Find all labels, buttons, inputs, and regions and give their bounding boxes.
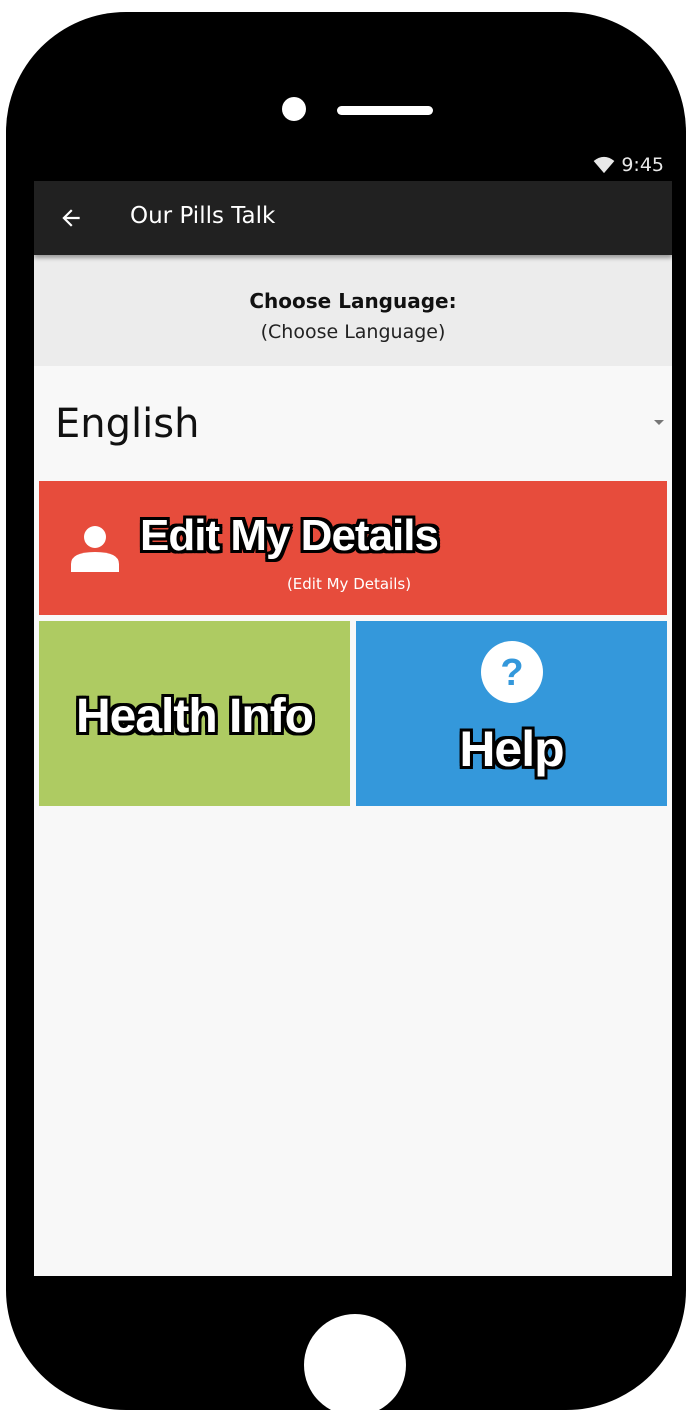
language-header-subtitle: (Choose Language): [260, 321, 446, 343]
app-bar: Our Pills Talk: [34, 181, 672, 255]
status-indicators: 9:45: [593, 154, 664, 176]
arrow-left-icon[interactable]: [58, 205, 84, 231]
svg-text:?: ?: [500, 652, 523, 694]
edit-my-details-sublabel: (Edit My Details): [286, 575, 412, 593]
edit-my-details-label: Edit My Details: [140, 511, 439, 560]
help-button[interactable]: ? Help: [356, 621, 667, 806]
language-select-value: English: [55, 401, 200, 447]
app-title: Our Pills Talk: [130, 203, 276, 229]
language-header-title: Choose Language:: [249, 289, 457, 313]
dropdown-arrow-icon: [654, 420, 664, 425]
status-bar: 9:45: [34, 148, 672, 181]
health-info-button[interactable]: Health Info: [39, 621, 350, 806]
language-select[interactable]: English: [34, 366, 672, 480]
person-icon: [71, 526, 119, 572]
earpiece-speaker: [337, 106, 433, 115]
question-circle-icon: ?: [481, 641, 543, 703]
language-header: Choose Language: (Choose Language): [34, 255, 672, 366]
health-info-label: Health Info: [76, 690, 314, 743]
edit-my-details-button[interactable]: Edit My Details (Edit My Details): [39, 481, 667, 615]
help-label: Help: [459, 721, 564, 777]
wifi-icon: [593, 156, 615, 174]
app-screen: 9:45 Our Pills Talk Choose Language: (Ch…: [34, 148, 672, 1276]
home-button[interactable]: [304, 1314, 406, 1416]
front-camera: [282, 97, 306, 121]
status-time: 9:45: [621, 154, 664, 176]
